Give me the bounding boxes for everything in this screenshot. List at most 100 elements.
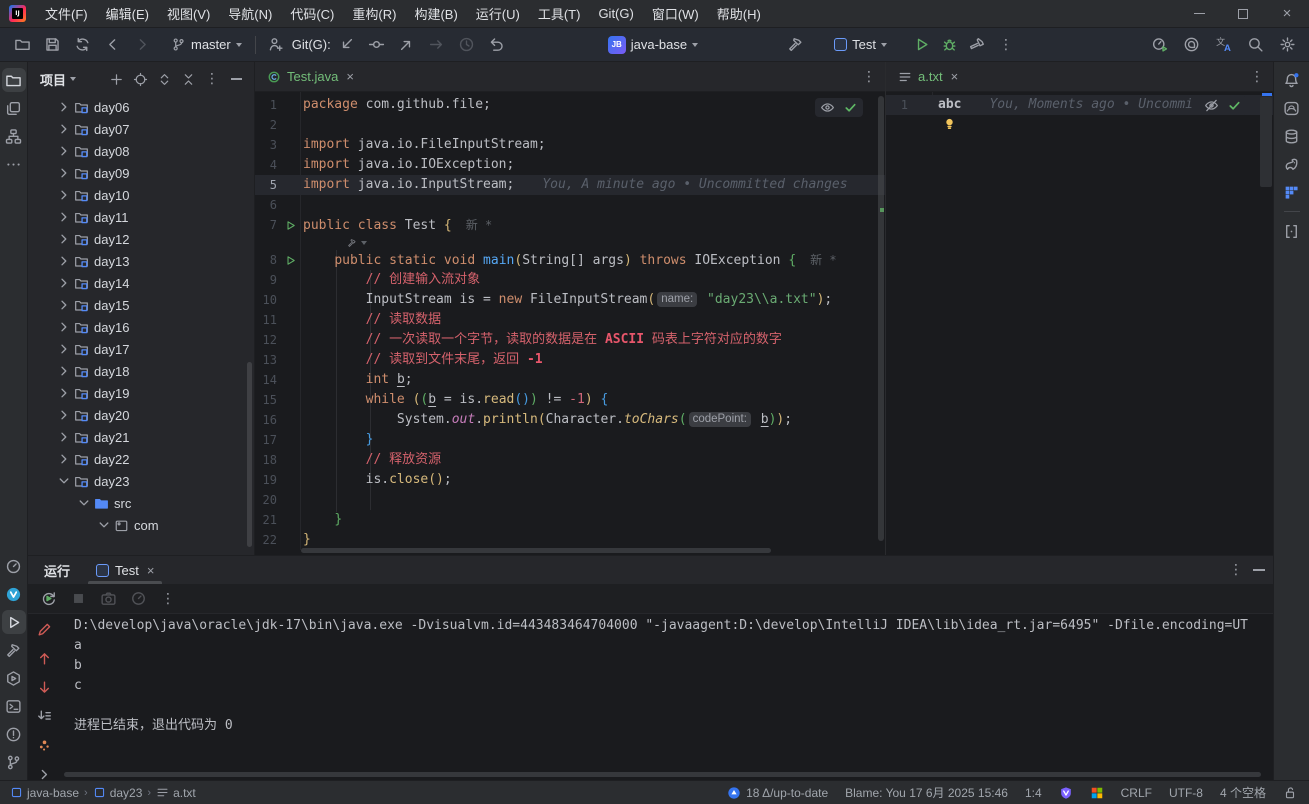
branch-widget[interactable]: master <box>164 32 249 58</box>
back-icon[interactable] <box>98 32 126 58</box>
plugin-shield-icon[interactable] <box>1059 786 1073 800</box>
microsoft-defender-icon[interactable] <box>1090 786 1104 800</box>
code-editor[interactable]: 1package com.github.file;23import java.i… <box>255 92 885 550</box>
chevron-right-icon[interactable] <box>56 385 72 401</box>
menu-item-构建B[interactable]: 构建(B) <box>405 3 466 25</box>
hide-panel-icon[interactable] <box>1253 569 1265 570</box>
tree-item-day23[interactable]: day23 <box>28 470 254 492</box>
tree-item-day12[interactable]: day12 <box>28 228 254 250</box>
code-line[interactable]: 18 // 释放资源 <box>255 450 885 470</box>
close-tab-icon[interactable]: × <box>951 69 959 84</box>
commit-icon[interactable] <box>363 32 391 58</box>
menu-item-运行U[interactable]: 运行(U) <box>467 3 529 25</box>
chevron-right-icon[interactable] <box>56 275 72 291</box>
run-panel-kebab-icon[interactable]: ⋮ <box>1229 563 1243 577</box>
chevron-right-icon[interactable] <box>56 341 72 357</box>
lock-icon[interactable] <box>1283 786 1297 800</box>
chevron-right-icon[interactable] <box>56 363 72 379</box>
code-line[interactable]: 7public class Test {新 * <box>255 215 885 235</box>
chevron-right-icon[interactable] <box>56 451 72 467</box>
sync-icon[interactable] <box>68 32 96 58</box>
gradle-icon[interactable] <box>1280 152 1304 176</box>
history-icon[interactable] <box>453 32 481 58</box>
tree-item-day10[interactable]: day10 <box>28 184 254 206</box>
chevron-down-icon[interactable] <box>116 539 132 541</box>
dependencies-icon[interactable] <box>1280 219 1304 243</box>
menu-item-GitG[interactable]: Git(G) <box>589 3 642 25</box>
chevron-right-icon[interactable] <box>56 231 72 247</box>
tree-item-day15[interactable]: day15 <box>28 294 254 316</box>
ai-assistant-icon[interactable] <box>1280 96 1304 120</box>
run-tool-icon[interactable] <box>2 610 26 634</box>
chevron-down-icon[interactable] <box>56 473 72 489</box>
highlighting-off-eye-icon[interactable] <box>1204 98 1219 113</box>
code-line[interactable]: 1package com.github.file; <box>255 95 885 115</box>
breadcrumb-java-base[interactable]: java-base <box>10 786 79 800</box>
down-stack-trace-icon[interactable] <box>32 676 56 698</box>
code-line[interactable]: 14 int b; <box>255 370 885 390</box>
no-problems-check-icon[interactable] <box>1227 98 1242 113</box>
reader-mode-eye-icon[interactable] <box>820 100 835 115</box>
code-line[interactable]: 19 is.close(); <box>255 470 885 490</box>
chevron-right-icon[interactable] <box>56 297 72 313</box>
code-line[interactable]: 4import java.io.IOException; <box>255 155 885 175</box>
menu-item-代码C[interactable]: 代码(C) <box>281 3 343 25</box>
tree-item-day17[interactable]: day17 <box>28 338 254 360</box>
chevron-down-icon[interactable] <box>96 517 112 533</box>
project-scrollbar[interactable] <box>247 362 252 547</box>
menu-item-帮助H[interactable]: 帮助(H) <box>708 3 770 25</box>
locate-file-icon[interactable] <box>128 67 152 91</box>
problems-icon[interactable] <box>2 722 26 746</box>
run-tab-test[interactable]: Test × <box>88 556 162 584</box>
code-line[interactable]: 3import java.io.FileInputStream; <box>255 135 885 155</box>
code-line[interactable]: 6 <box>255 195 885 215</box>
profiler-gauge-icon[interactable] <box>2 554 26 578</box>
expand-chevron-icon[interactable] <box>32 763 56 785</box>
chevron-right-icon[interactable] <box>56 319 72 335</box>
visualvm-icon[interactable] <box>2 582 26 606</box>
tab-a-txt[interactable]: a.txt × <box>890 62 966 91</box>
tree-item-day22[interactable]: day22 <box>28 448 254 470</box>
chevron-right-icon[interactable] <box>56 165 72 181</box>
code-line[interactable]: 20 <box>255 490 885 510</box>
tree-item-day14[interactable]: day14 <box>28 272 254 294</box>
open-project-icon[interactable] <box>8 32 36 58</box>
code-line[interactable]: 2 <box>255 115 885 135</box>
notifications-bell-icon[interactable] <box>1280 68 1304 92</box>
rollback-icon[interactable] <box>483 32 511 58</box>
commit-windows-icon[interactable] <box>2 96 26 120</box>
pencil-icon[interactable] <box>32 618 56 640</box>
tree-item-day20[interactable]: day20 <box>28 404 254 426</box>
snapshot-gauge-icon[interactable] <box>124 586 152 612</box>
code-vision-hint[interactable] <box>255 235 885 250</box>
caret-position[interactable]: 1:4 <box>1025 786 1042 800</box>
tree-item-com[interactable]: com <box>28 514 254 536</box>
editor-scrollbar[interactable] <box>878 96 884 541</box>
settings-gear-icon[interactable] <box>1273 32 1301 58</box>
tree-item-day19[interactable]: day19 <box>28 382 254 404</box>
console-kebab-icon[interactable]: ⋮ <box>154 586 182 612</box>
minimize-button[interactable] <box>1177 0 1221 27</box>
breadcrumb-day23[interactable]: day23 <box>93 786 143 800</box>
code-line[interactable]: 13 // 读取到文件末尾，返回 -1 <box>255 350 885 370</box>
code-line[interactable]: 12 // 一次读取一个字节，读取的数据是在 ASCII 码表上字符对应的数字 <box>255 330 885 350</box>
project-panel-title[interactable]: 项目 <box>40 70 76 89</box>
camera-icon[interactable] <box>94 586 122 612</box>
profiler-icon[interactable] <box>1145 32 1173 58</box>
run-gutter-icon[interactable] <box>277 215 303 235</box>
terminal-icon[interactable] <box>2 694 26 718</box>
hide-panel-icon[interactable] <box>224 67 248 91</box>
chevron-down-icon[interactable] <box>76 495 92 511</box>
push-icon[interactable] <box>393 32 421 58</box>
menu-item-重构R[interactable]: 重构(R) <box>343 3 405 25</box>
build-hammer-icon[interactable] <box>2 638 26 662</box>
database-icon[interactable] <box>1280 124 1304 148</box>
run-button[interactable] <box>908 32 936 58</box>
code-line[interactable]: 22} <box>255 530 885 550</box>
code-with-me-icon[interactable] <box>1177 32 1205 58</box>
update-project-icon[interactable] <box>333 32 361 58</box>
close-tab-icon[interactable]: × <box>147 563 155 578</box>
code-line[interactable]: 5import java.io.InputStream;You, A minut… <box>255 175 885 195</box>
chevron-right-icon[interactable] <box>56 429 72 445</box>
add-icon[interactable] <box>104 67 128 91</box>
